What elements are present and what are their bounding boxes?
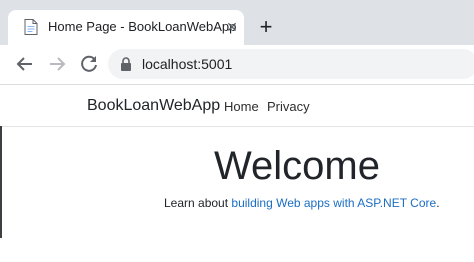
lead-suffix: . [436,196,440,210]
url-text[interactable]: localhost:5001 [142,56,232,72]
browser-tab[interactable]: Home Page - BookLoanWebApp ✕ [8,10,244,45]
page-heading: Welcome [214,144,380,188]
window-edge [0,126,2,238]
nav-link-home[interactable]: Home [224,99,259,114]
brand-link[interactable]: BookLoanWebApp [87,97,220,115]
browser-toolbar: localhost:5001 [0,45,474,85]
back-arrow-icon[interactable] [12,51,38,77]
site-navbar: BookLoanWebApp Home Privacy [0,85,474,127]
lock-icon[interactable] [120,57,132,71]
close-icon[interactable]: ✕ [224,19,240,35]
lead-text: Learn about building Web apps with ASP.N… [164,196,440,210]
page-icon [24,19,38,35]
aspnet-docs-link[interactable]: building Web apps with ASP.NET Core [231,196,436,210]
address-bar[interactable]: localhost:5001 [108,49,474,79]
reload-icon[interactable] [76,51,102,77]
lead-prefix: Learn about [164,196,232,210]
plus-icon[interactable]: + [255,16,277,38]
forward-arrow-icon[interactable] [44,51,70,77]
tab-strip: Home Page - BookLoanWebApp ✕ + [0,0,474,45]
nav-link-privacy[interactable]: Privacy [267,99,310,114]
tab-title: Home Page - BookLoanWebApp [48,19,237,34]
